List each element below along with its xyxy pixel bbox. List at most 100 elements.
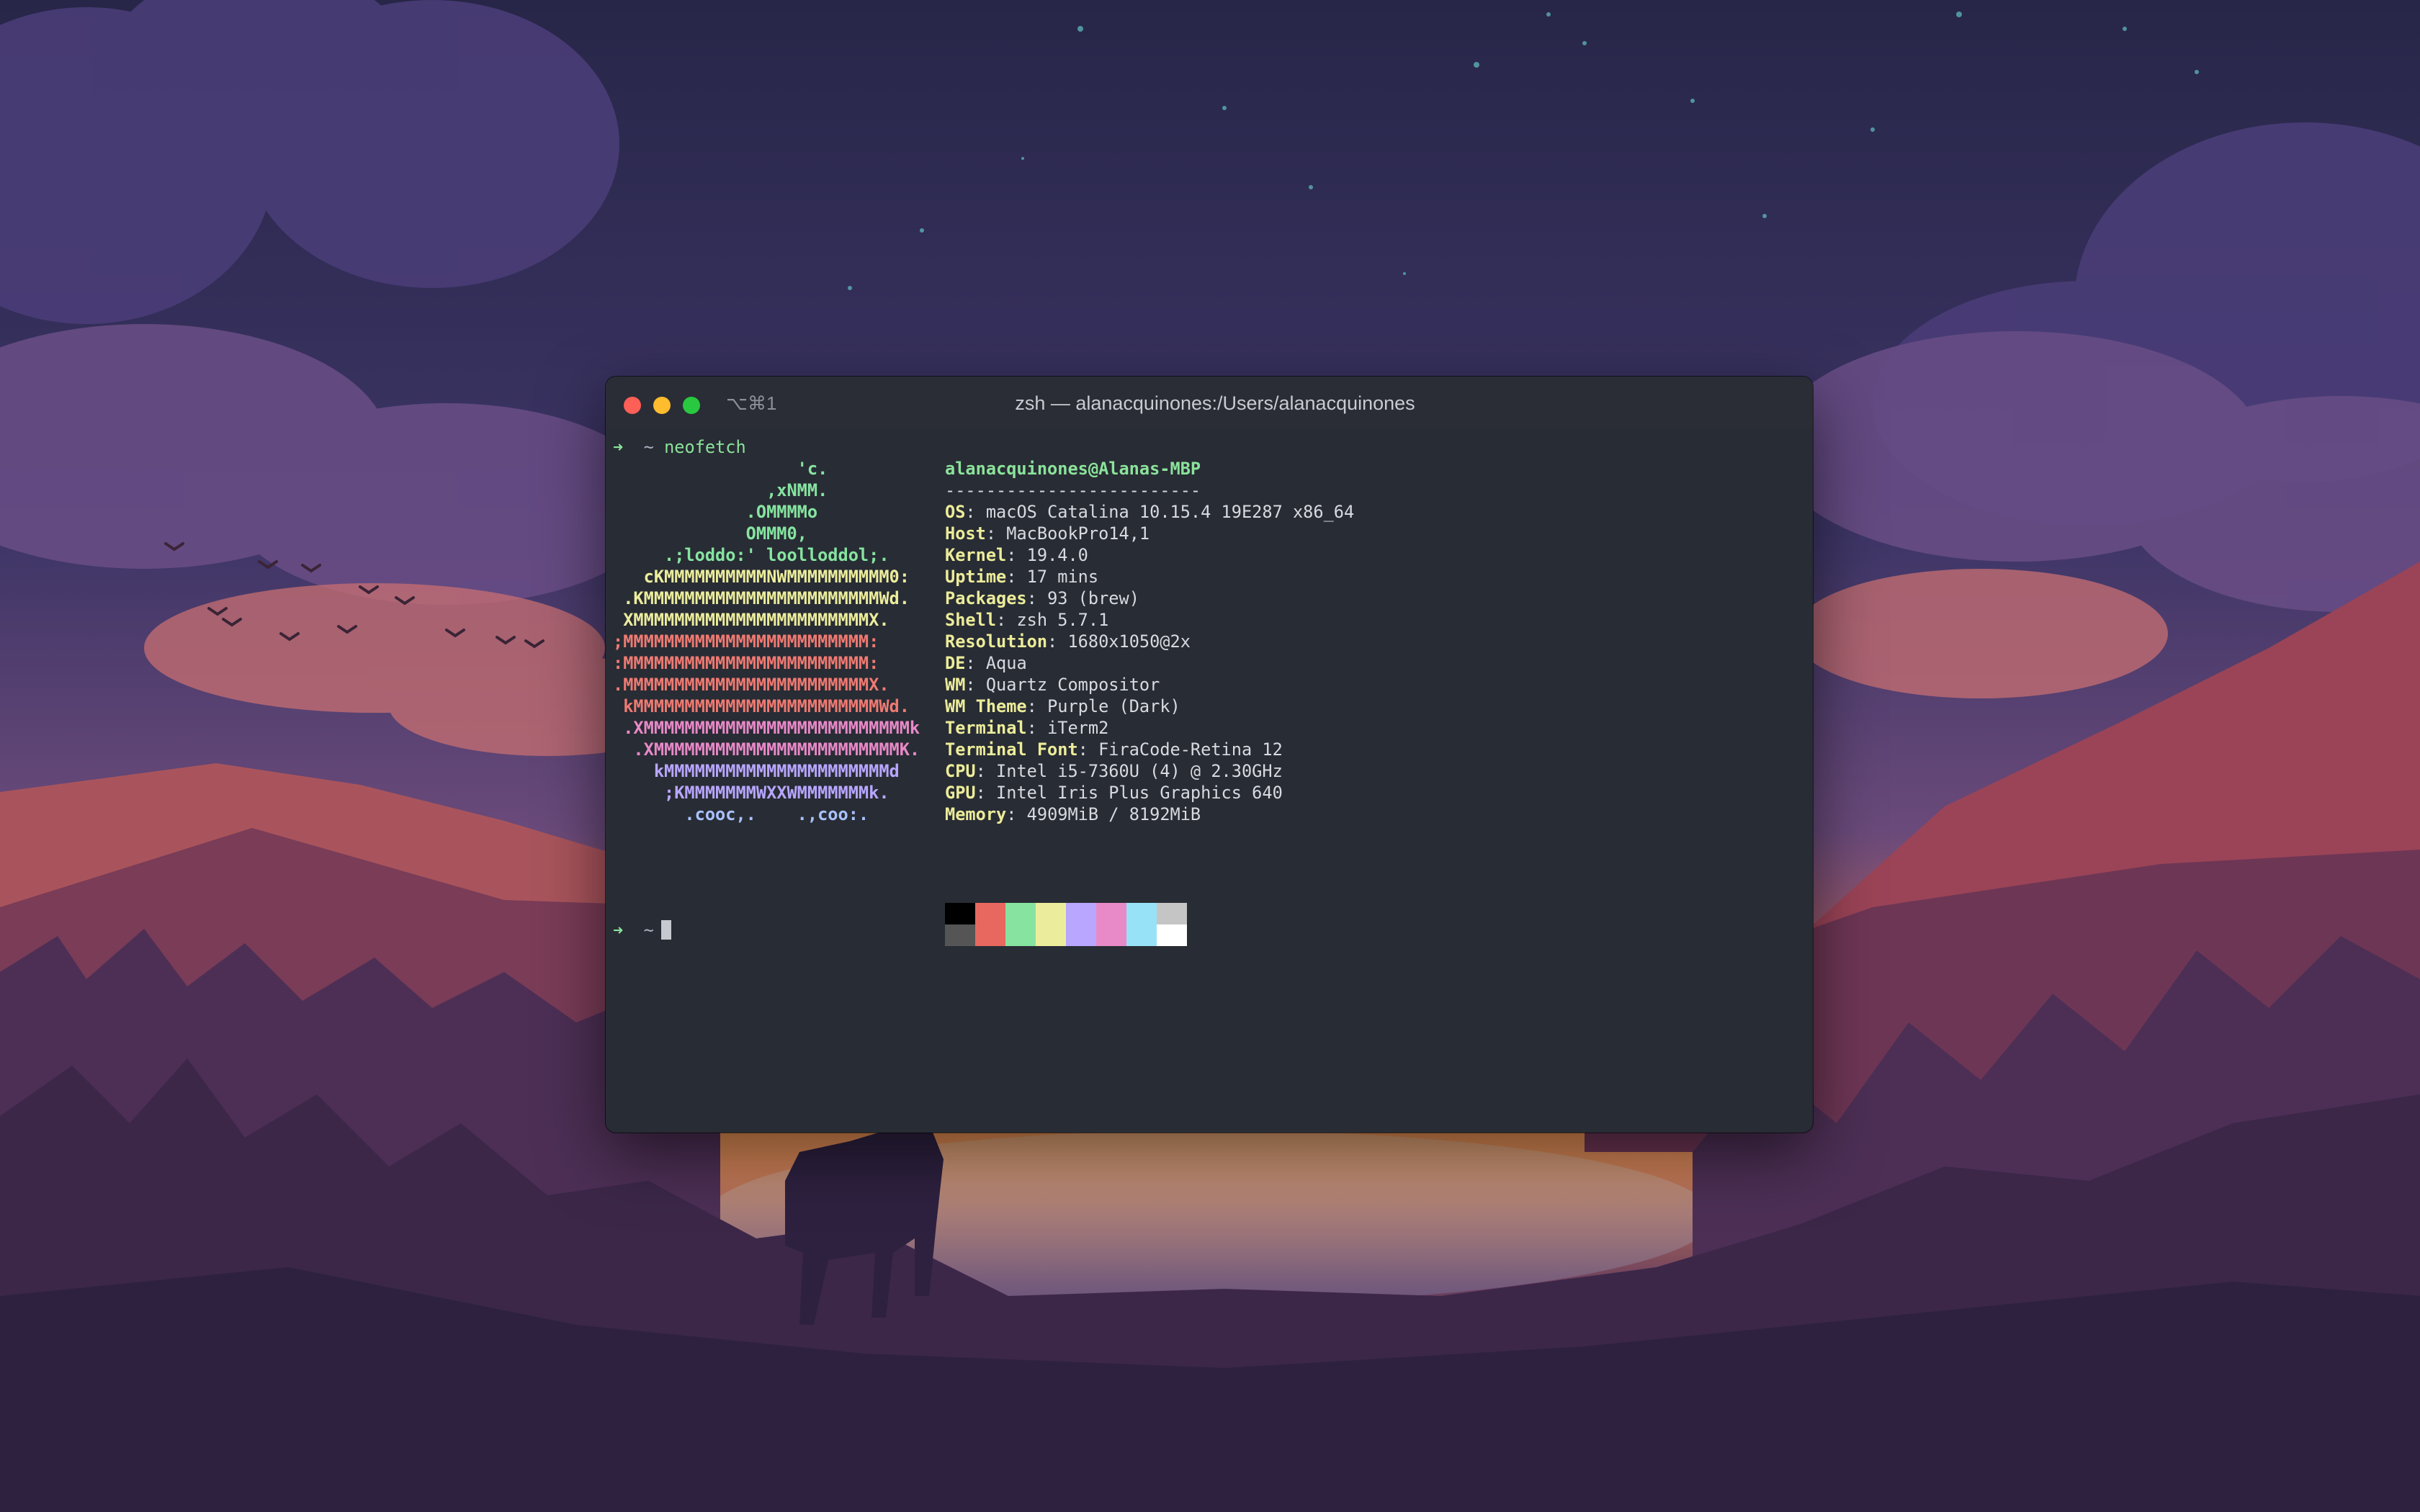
info-key: OS [945, 502, 966, 522]
logo-line: OMMM0, [613, 523, 807, 544]
color-swatch [945, 903, 975, 924]
info-value: 17 mins [1026, 567, 1099, 587]
color-swatch [975, 903, 1005, 924]
info-separator: : [1026, 696, 1048, 716]
info-key: Memory [945, 804, 1007, 824]
logo-line: 'c. [613, 459, 828, 479]
color-swatch [945, 924, 975, 946]
info-separator: : [1006, 545, 1027, 565]
info-value: Purple (Dark) [1047, 696, 1180, 716]
color-swatch [1036, 924, 1066, 946]
info-key: Shell [945, 610, 997, 630]
color-swatch [1126, 903, 1157, 924]
logo-line: .;loddo:' loolloddol;. [613, 545, 889, 565]
info-separator: : [1026, 718, 1048, 738]
command-text: neofetch [664, 437, 746, 457]
logo-line: ,xNMM. [613, 480, 828, 500]
info-separator: : [996, 610, 1017, 630]
prompt-arrow: ➜ [613, 437, 624, 457]
info-key: Packages [945, 588, 1027, 608]
title-bar[interactable]: ⌥⌘1 zsh — alanacquinones:/Users/alanacqu… [606, 377, 1813, 430]
info-separator: : [1006, 567, 1027, 587]
info-separator: : [965, 502, 986, 522]
info-row: WM Theme: Purple (Dark) [945, 696, 1180, 717]
logo-line: .cooc,. .,coo:. [613, 804, 869, 824]
info-key: DE [945, 653, 966, 673]
info-key: Resolution [945, 631, 1048, 652]
info-key: Uptime [945, 567, 1007, 587]
color-swatch [1036, 903, 1066, 924]
info-row: DE: Aqua [945, 652, 1027, 674]
info-value: macOS Catalina 10.15.4 19E287 x86_64 [985, 502, 1355, 522]
prompt-cwd: ~ [643, 437, 654, 457]
info-row: Uptime: 17 mins [945, 566, 1098, 588]
info-row: Shell: zsh 5.7.1 [945, 609, 1108, 631]
info-row: OS: macOS Catalina 10.15.4 19E287 x86_64 [945, 501, 1354, 523]
logo-line: :MMMMMMMMMMMMMMMMMMMMMMMM: [613, 653, 879, 673]
info-key: CPU [945, 761, 976, 781]
info-value: 4909MiB / 8192MiB [1026, 804, 1201, 824]
text-cursor [660, 920, 671, 940]
color-swatch [1096, 924, 1126, 946]
separator-line: ------------------------- [945, 480, 1201, 500]
logo-line: cKMMMMMMMMMMNWMMMMMMMMMM0: [613, 567, 910, 587]
info-separator: : [1077, 739, 1099, 760]
info-separator: : [975, 761, 997, 781]
info-value: Quartz Compositor [985, 675, 1160, 695]
info-row: GPU: Intel Iris Plus Graphics 640 [945, 782, 1283, 804]
active-prompt[interactable]: ➜ ~ [613, 919, 671, 941]
logo-line: .XMMMMMMMMMMMMMMMMMMMMMMMMK. [613, 739, 920, 760]
info-separator: : [975, 783, 997, 803]
terminal-output[interactable]: ➜ ~ neofetch 'c. ,xNMM. .OMMMMo OMMM0, .… [606, 430, 1813, 1133]
info-value: 1680x1050@2x [1067, 631, 1191, 652]
info-value: Intel Iris Plus Graphics 640 [996, 783, 1283, 803]
info-value: FiraCode-Retina 12 [1098, 739, 1283, 760]
info-row: Memory: 4909MiB / 8192MiB [945, 804, 1201, 825]
logo-line: ;KMMMMMMMWXXWMMMMMMMk. [613, 783, 889, 803]
command-line: ➜ ~ neofetch [613, 436, 746, 458]
info-separator: : [1047, 631, 1068, 652]
info-key: WM [945, 675, 966, 695]
info-value: MacBookPro14,1 [1006, 523, 1150, 544]
logo-line: .XMMMMMMMMMMMMMMMMMMMMMMMMMMk [613, 718, 920, 738]
color-swatch [1066, 924, 1096, 946]
color-swatch [1005, 924, 1036, 946]
info-row: WM: Quartz Compositor [945, 674, 1160, 696]
info-row: Resolution: 1680x1050@2x [945, 631, 1191, 652]
info-row: Kernel: 19.4.0 [945, 544, 1088, 566]
info-value: 93 (brew) [1047, 588, 1139, 608]
info-row: Host: MacBookPro14,1 [945, 523, 1150, 544]
logo-line: .KMMMMMMMMMMMMMMMMMMMMMMMWd. [613, 588, 910, 608]
info-separator: : [1026, 588, 1048, 608]
info-value: zsh 5.7.1 [1016, 610, 1109, 630]
info-value: 19.4.0 [1026, 545, 1088, 565]
color-swatch [1066, 903, 1096, 924]
info-separator: : [985, 523, 1007, 544]
color-swatch [975, 924, 1005, 946]
info-value: Intel i5-7360U (4) @ 2.30GHz [996, 761, 1283, 781]
color-swatch [1157, 903, 1187, 924]
info-row: Terminal Font: FiraCode-Retina 12 [945, 739, 1283, 760]
info-row: CPU: Intel i5-7360U (4) @ 2.30GHz [945, 760, 1283, 782]
info-row: Terminal: iTerm2 [945, 717, 1108, 739]
info-row: Packages: 93 (brew) [945, 588, 1139, 609]
logo-line: ;MMMMMMMMMMMMMMMMMMMMMMMM: [613, 631, 879, 652]
prompt-cwd-2: ~ [643, 920, 654, 940]
terminal-window[interactable]: ⌥⌘1 zsh — alanacquinones:/Users/alanacqu… [606, 377, 1813, 1133]
color-swatch [1096, 903, 1126, 924]
logo-line: kMMMMMMMMMMMMMMMMMMMMMMd [613, 761, 900, 781]
logo-line: kMMMMMMMMMMMMMMMMMMMMMMMMWd. [613, 696, 910, 716]
user-host: alanacquinones@Alanas-MBP [945, 459, 1201, 479]
info-key: Terminal [945, 718, 1027, 738]
window-title: zsh — alanacquinones:/Users/alanacquinon… [1015, 392, 1415, 414]
prompt-arrow-2: ➜ [613, 920, 624, 940]
logo-line: .MMMMMMMMMMMMMMMMMMMMMMMMX. [613, 675, 889, 695]
info-separator: : [965, 675, 986, 695]
info-key: Kernel [945, 545, 1007, 565]
info-key: WM Theme [945, 696, 1027, 716]
color-swatch [1005, 903, 1036, 924]
info-value: iTerm2 [1047, 718, 1109, 738]
color-swatch [1126, 924, 1157, 946]
info-value: Aqua [985, 653, 1027, 673]
info-separator: : [1006, 804, 1027, 824]
